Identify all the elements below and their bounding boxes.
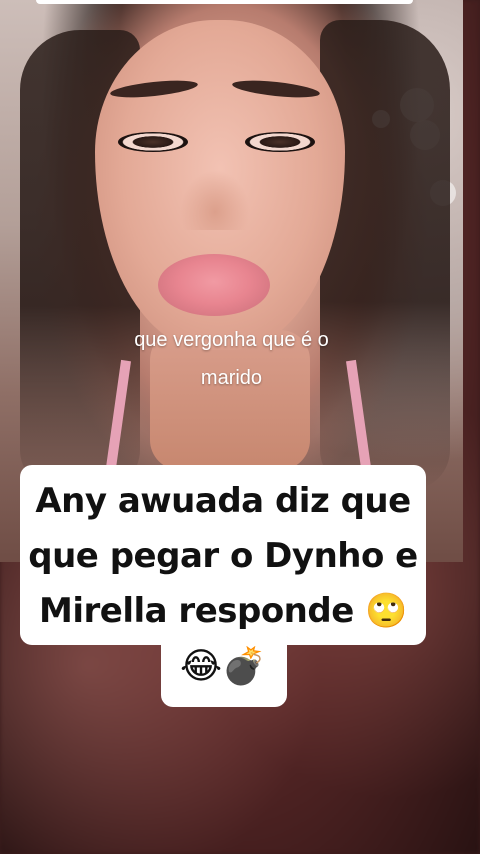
video-caption-line-2: marido — [200, 367, 263, 389]
headline-line-2: que pegar o Dynho e — [28, 536, 418, 576]
headline-text: Any awuada diz que que pegar o Dynho e M… — [20, 474, 426, 694]
nose — [180, 170, 250, 230]
top-progress-bar — [36, 0, 413, 4]
headline-line-4: 😂💣 — [180, 646, 266, 687]
headline-line-3: Mirella responde 🙄 — [39, 591, 407, 631]
lips — [158, 254, 270, 316]
eye-left — [118, 132, 188, 152]
hair-right — [320, 20, 450, 490]
headline-line-1: Any awuada diz que — [35, 481, 411, 521]
video-caption-line-1: que vergonha que é o — [134, 329, 329, 351]
eye-right — [245, 132, 315, 152]
